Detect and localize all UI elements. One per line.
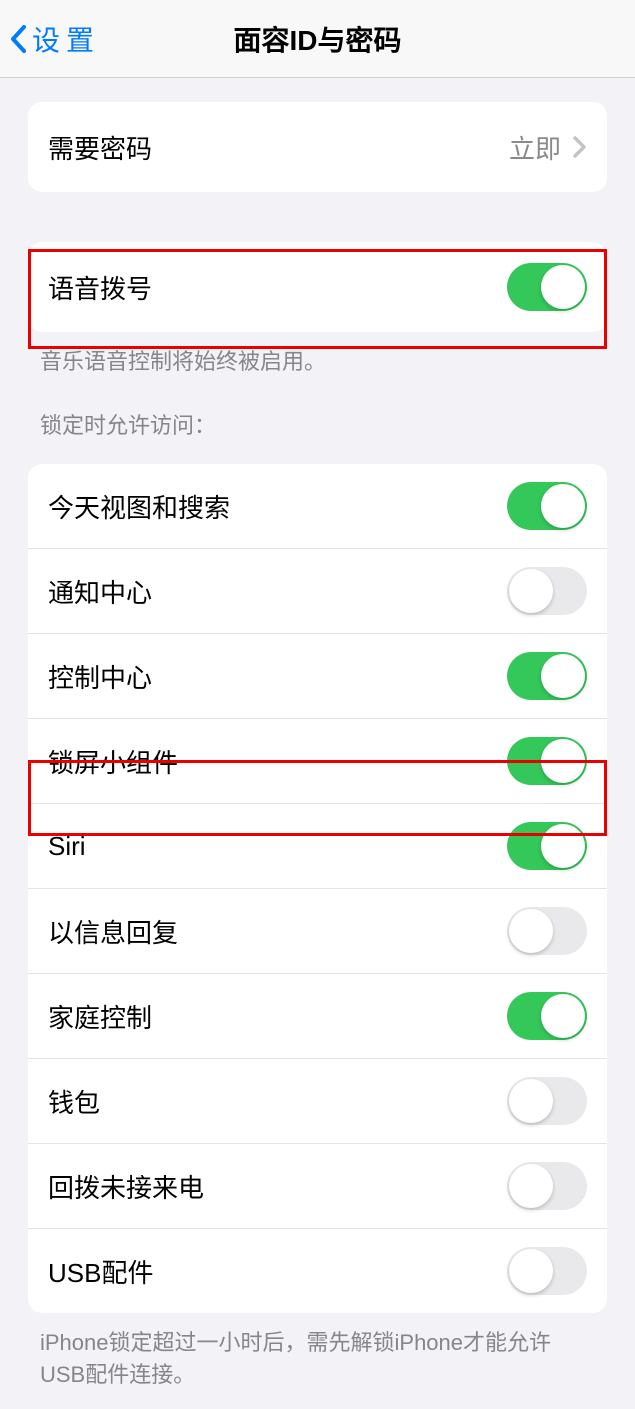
voice-dial-row: 语音拨号: [28, 242, 607, 332]
header-bar: 设置 面容ID与密码: [0, 0, 635, 78]
lock-item-row: Siri: [28, 803, 607, 888]
lock-section-header: 锁定时允许访问：: [40, 408, 595, 440]
lock-item-toggle[interactable]: [507, 652, 587, 700]
content: 需要密码 立即 语音拨号 音乐语音控制将始终被启用。 锁定时允许访问： 今天视图…: [0, 102, 635, 1409]
lock-item-row: 回拨未接来电: [28, 1143, 607, 1228]
lock-item-toggle[interactable]: [507, 567, 587, 615]
lock-item-row: 家庭控制: [28, 973, 607, 1058]
lock-item-row: 今天视图和搜索: [28, 464, 607, 548]
voice-dial-label: 语音拨号: [48, 269, 507, 306]
lock-item-toggle[interactable]: [507, 482, 587, 530]
lock-item-row: 锁屏小组件: [28, 718, 607, 803]
lock-access-group: 今天视图和搜索通知中心控制中心锁屏小组件 Siri 以信息回复家庭控制钱包回拨未接来…: [28, 464, 607, 1313]
lock-item-toggle[interactable]: [507, 1162, 587, 1210]
lock-item-label: 通知中心: [48, 573, 507, 610]
require-passcode-group: 需要密码 立即: [28, 102, 607, 192]
lock-item-label: USB配件: [48, 1253, 507, 1290]
lock-item-label: Siri: [48, 831, 507, 862]
require-passcode-row[interactable]: 需要密码 立即: [28, 102, 607, 192]
page-title: 面容ID与密码: [233, 19, 401, 59]
lock-item-toggle[interactable]: [507, 822, 587, 870]
back-button[interactable]: 设置: [10, 19, 100, 59]
require-passcode-label: 需要密码: [48, 129, 509, 166]
lock-item-label: 回拨未接来电: [48, 1168, 507, 1205]
voice-dial-group: 语音拨号: [28, 242, 607, 332]
lock-item-row: USB配件: [28, 1228, 607, 1313]
voice-dial-footer: 音乐语音控制将始终被启用。: [40, 344, 595, 376]
lock-item-label: 钱包: [48, 1083, 507, 1120]
chevron-back-icon: [10, 25, 26, 53]
lock-item-row: 控制中心: [28, 633, 607, 718]
lock-item-toggle[interactable]: [507, 1077, 587, 1125]
voice-dial-toggle[interactable]: [507, 263, 587, 311]
lock-footer: iPhone锁定超过一小时后，需先解锁iPhone才能允许USB配件连接。: [40, 1325, 595, 1389]
lock-item-row: 通知中心: [28, 548, 607, 633]
lock-item-label: 今天视图和搜索: [48, 488, 507, 525]
lock-item-label: 控制中心: [48, 658, 507, 695]
require-passcode-value: 立即: [509, 129, 561, 166]
lock-item-toggle[interactable]: [507, 992, 587, 1040]
lock-item-toggle[interactable]: [507, 1247, 587, 1295]
lock-item-label: 家庭控制: [48, 998, 507, 1035]
lock-item-toggle[interactable]: [507, 907, 587, 955]
lock-item-label: 以信息回复: [48, 913, 507, 950]
lock-item-label: 锁屏小组件: [48, 743, 507, 780]
back-label: 设置: [32, 19, 100, 59]
chevron-right-icon: [573, 136, 587, 158]
lock-item-row: 以信息回复: [28, 888, 607, 973]
lock-item-toggle[interactable]: [507, 737, 587, 785]
lock-item-row: 钱包: [28, 1058, 607, 1143]
